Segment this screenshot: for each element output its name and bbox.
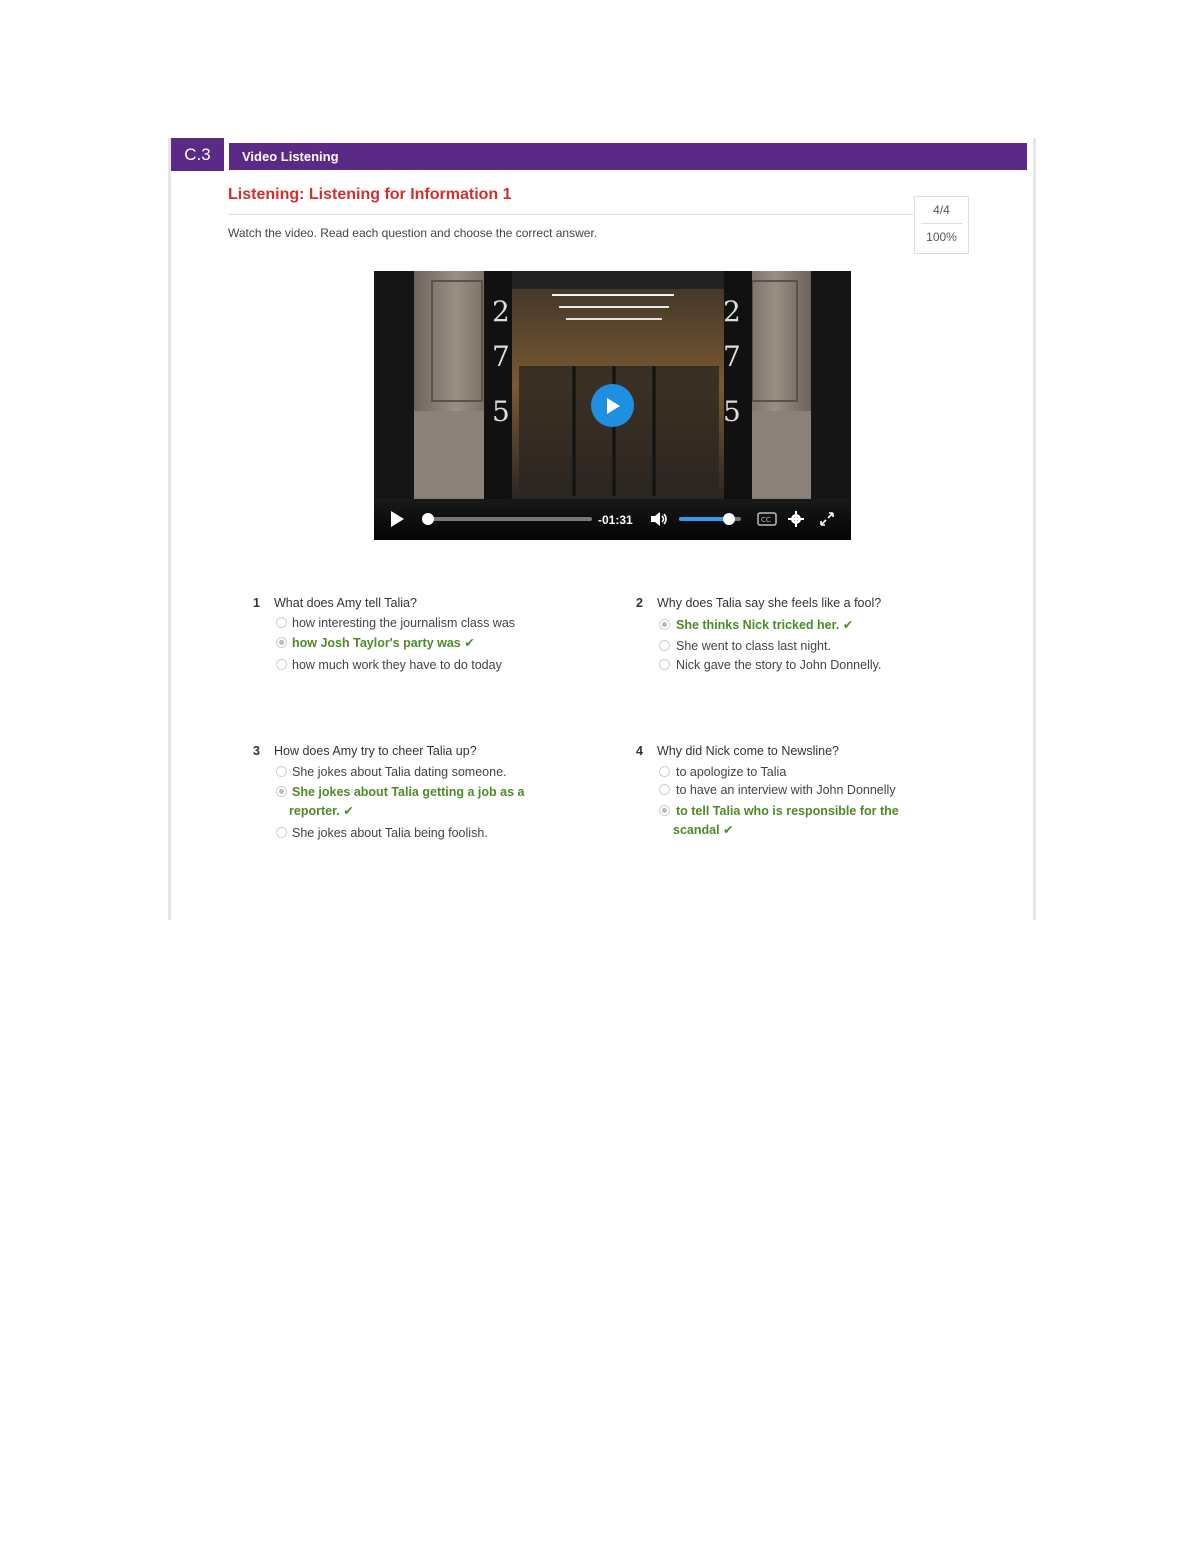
option-label[interactable]: She jokes about Talia dating someone. <box>292 763 507 781</box>
option-label-correct-continued[interactable]: reporter. ✔ <box>289 802 354 820</box>
svg-text:2: 2 <box>492 295 510 328</box>
score-percent: 100% <box>926 230 957 244</box>
option-label[interactable]: She went to class last night. <box>676 637 831 655</box>
closed-captions-icon[interactable]: CC <box>757 512 777 526</box>
question-number: 4 <box>636 744 643 758</box>
question-text: Why does Talia say she feels like a fool… <box>657 596 882 610</box>
option-radio[interactable] <box>659 640 670 651</box>
svg-text:2: 2 <box>723 295 741 328</box>
option-radio[interactable] <box>659 659 670 670</box>
play-overlay-button[interactable] <box>591 384 634 427</box>
option-label[interactable]: to apologize to Talia <box>676 763 786 781</box>
option-radio[interactable] <box>659 766 670 777</box>
option-label-correct[interactable]: how Josh Taylor's party was ✔ <box>292 634 475 652</box>
option-label-correct-continued[interactable]: scandal ✔ <box>673 821 734 839</box>
option-text: reporter. <box>289 804 340 818</box>
score-box: 4/4 100% <box>914 196 969 254</box>
option-radio-selected[interactable] <box>659 619 670 630</box>
checkmark-icon: ✔ <box>343 804 354 818</box>
option-label-correct[interactable]: She thinks Nick tricked her. ✔ <box>676 616 853 634</box>
play-icon[interactable] <box>390 511 404 527</box>
option-radio-selected[interactable] <box>659 805 670 816</box>
question-number: 2 <box>636 596 643 610</box>
volume-icon[interactable] <box>651 512 669 526</box>
checkmark-icon: ✔ <box>723 823 734 837</box>
option-text: scandal <box>673 823 720 837</box>
option-radio[interactable] <box>276 659 287 670</box>
time-remaining: -01:31 <box>598 513 633 527</box>
option-label[interactable]: how much work they have to do today <box>292 656 502 674</box>
title-divider <box>228 214 913 215</box>
option-label[interactable]: how interesting the journalism class was <box>292 614 515 632</box>
fullscreen-icon[interactable] <box>819 511 835 527</box>
seek-slider[interactable] <box>420 511 592 527</box>
checkmark-icon: ✔ <box>842 618 854 632</box>
option-label-correct[interactable]: to tell Talia who is responsible for the <box>676 802 899 820</box>
svg-text:7: 7 <box>723 340 741 373</box>
question-text: What does Amy tell Talia? <box>274 596 417 610</box>
section-code: C.3 <box>184 144 211 164</box>
question-text: How does Amy try to cheer Talia up? <box>274 744 477 758</box>
question-number: 1 <box>253 596 260 610</box>
svg-text:CC: CC <box>761 516 771 524</box>
score-divider <box>921 223 962 224</box>
play-icon <box>606 397 620 414</box>
svg-text:7: 7 <box>492 340 510 373</box>
section-header-bar: Video Listening <box>229 143 1027 170</box>
svg-text:5: 5 <box>492 395 510 428</box>
option-radio[interactable] <box>276 617 287 628</box>
activity-title: Listening: Listening for Information 1 <box>228 186 512 203</box>
option-text: how Josh Taylor's party was <box>292 636 461 650</box>
question-number: 3 <box>253 744 260 758</box>
question-text: Why did Nick come to Newsline? <box>657 744 840 758</box>
option-label[interactable]: She jokes about Talia being foolish. <box>292 824 488 842</box>
section-code-badge: C.3 <box>171 138 224 171</box>
option-radio[interactable] <box>659 784 670 795</box>
option-label-correct[interactable]: She jokes about Talia getting a job as a <box>292 783 524 801</box>
section-title: Video Listening <box>242 149 339 164</box>
option-text: She thinks Nick tricked her. <box>676 618 840 632</box>
option-radio[interactable] <box>276 766 287 777</box>
option-radio[interactable] <box>276 827 287 838</box>
option-radio-selected[interactable] <box>276 637 287 648</box>
settings-gear-icon[interactable] <box>788 511 804 527</box>
video-player[interactable]: 2 7 5 2 7 5 -01:31 CC <box>374 271 851 540</box>
volume-slider[interactable] <box>677 511 743 527</box>
score-fraction: 4/4 <box>933 203 950 217</box>
option-label[interactable]: to have an interview with John Donnelly <box>676 781 896 799</box>
video-controls: -01:31 CC <box>374 496 851 540</box>
activity-instruction: Watch the video. Read each question and … <box>228 226 598 240</box>
option-label[interactable]: Nick gave the story to John Donnelly. <box>676 656 881 674</box>
svg-text:5: 5 <box>723 395 741 428</box>
checkmark-icon: ✔ <box>464 636 475 650</box>
option-radio-selected[interactable] <box>276 786 287 797</box>
